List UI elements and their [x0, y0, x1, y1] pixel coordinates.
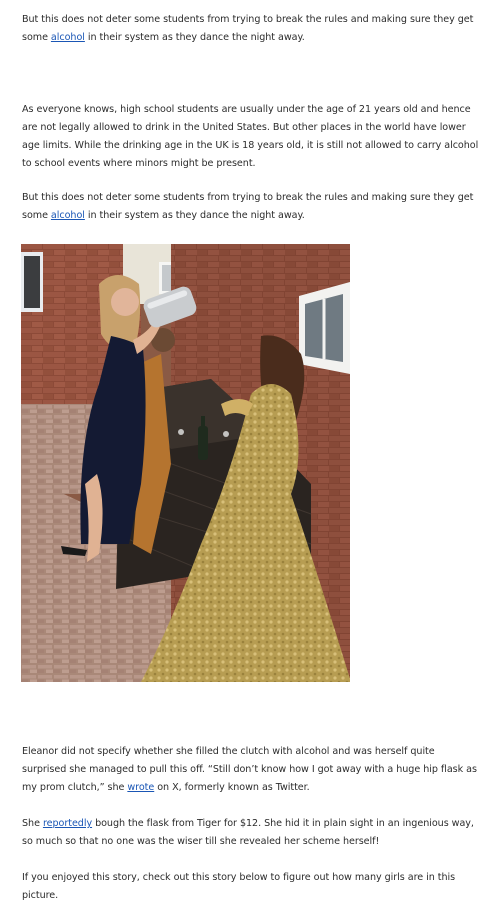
alcohol-link[interactable]: alcohol: [51, 32, 85, 43]
paragraph-text: in their system as they dance the night …: [84, 210, 305, 221]
wrote-link[interactable]: wrote: [127, 782, 154, 793]
paragraph-text: She: [22, 818, 43, 829]
article-paragraph: She reportedly bough the flask from Tige…: [22, 815, 480, 851]
reportedly-link[interactable]: reportedly: [43, 818, 92, 829]
article-paragraph: As everyone knows, high school students …: [22, 104, 479, 169]
article-paragraph: Eleanor did not specify whether she fill…: [22, 743, 480, 797]
article-paragraph: If you enjoyed this story, check out thi…: [22, 872, 456, 901]
paragraph-text: on X, formerly known as Twitter.: [154, 782, 310, 793]
article-paragraph: But this does not deter some students fr…: [22, 11, 480, 47]
alcohol-link[interactable]: alcohol: [51, 210, 85, 221]
article-paragraph: But this does not deter some students fr…: [22, 189, 480, 225]
article-photo: [21, 244, 350, 682]
paragraph-text: in their system as they dance the night …: [84, 32, 305, 43]
